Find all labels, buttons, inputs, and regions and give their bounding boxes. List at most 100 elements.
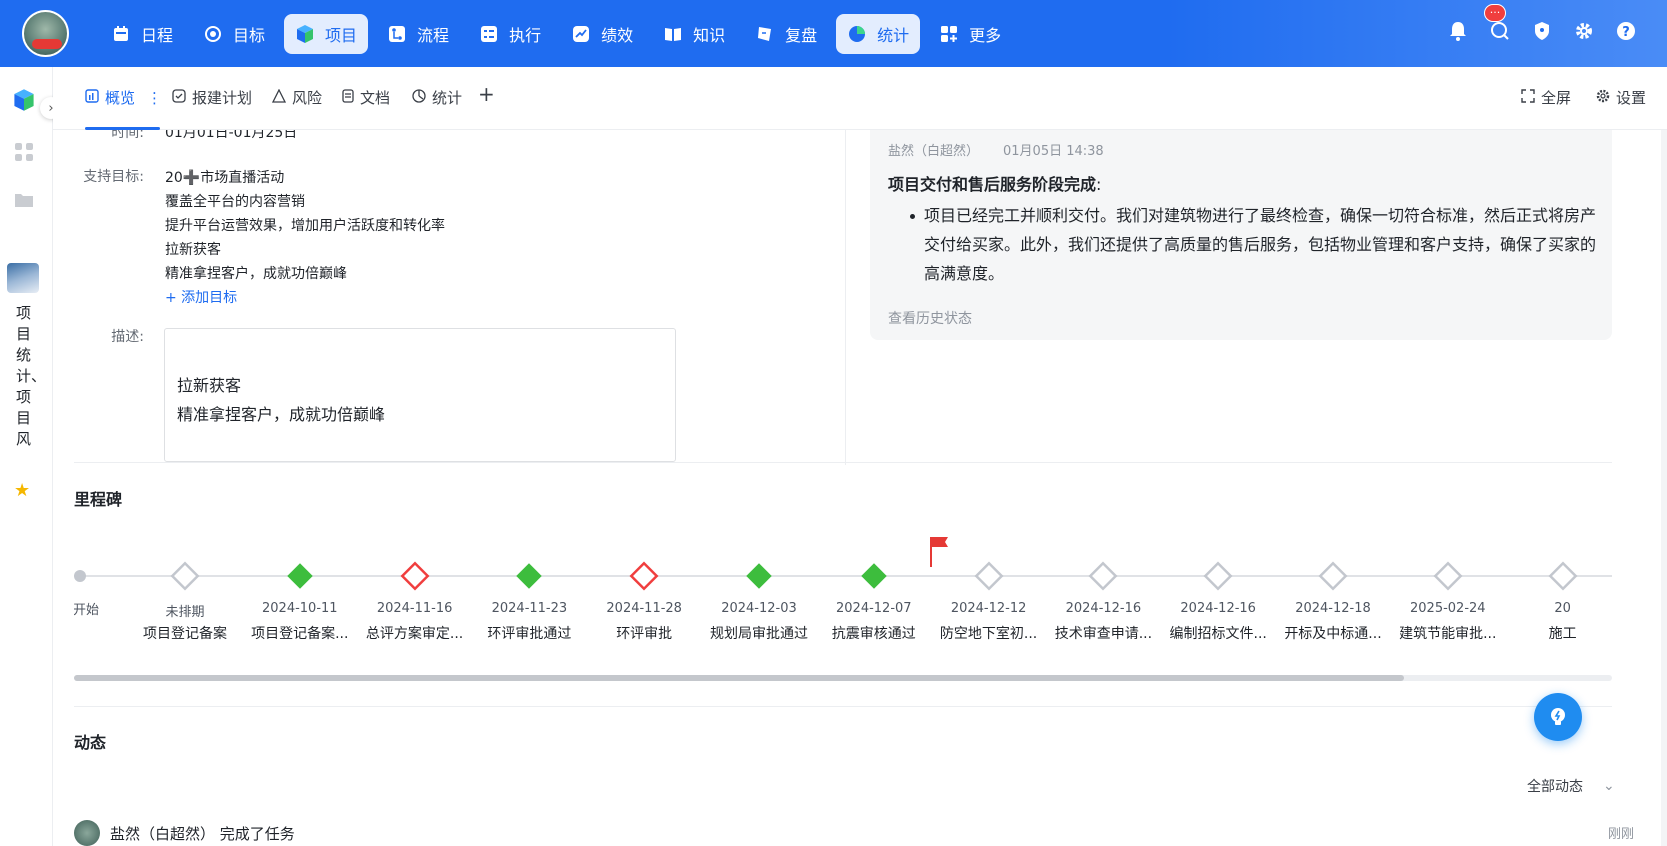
timeline-scroll-thumb[interactable] bbox=[74, 675, 1404, 681]
add-goal-link[interactable]: + 添加目标 bbox=[165, 286, 445, 310]
fullscreen-button[interactable]: 全屏 bbox=[1521, 87, 1571, 108]
bell-icon[interactable] bbox=[1447, 20, 1469, 42]
nav-label: 项目 bbox=[325, 26, 358, 45]
milestone-name: 总评方案审定... bbox=[365, 626, 464, 642]
milestone-item[interactable]: 2024-12-16 技术审查申请... bbox=[1043, 559, 1163, 643]
description-line: 拉新获客 bbox=[177, 376, 242, 395]
settings-gear-icon bbox=[1596, 89, 1610, 107]
nav-more[interactable]: 更多 bbox=[928, 14, 1012, 54]
status-author: 盐然（白超然） bbox=[888, 144, 980, 159]
help-icon[interactable]: ? bbox=[1615, 20, 1637, 42]
add-tab-button[interactable]: + bbox=[478, 82, 495, 106]
milestone-item[interactable]: 2024-12-03 规划局审批通过 bbox=[699, 559, 819, 643]
milestone-pending-icon bbox=[1546, 559, 1580, 593]
chevron-down-icon: ⌄ bbox=[1603, 778, 1615, 794]
goal-item[interactable]: 20➕市场直播活动 bbox=[165, 166, 445, 190]
tab-label: 风险 bbox=[292, 89, 323, 107]
tab-label: 文档 bbox=[360, 89, 391, 107]
avatar bbox=[74, 820, 100, 846]
milestone-item[interactable]: 2024-12-12 防空地下室初... bbox=[929, 559, 1049, 643]
logo-tag bbox=[32, 39, 62, 49]
milestone-overdue-icon bbox=[398, 559, 432, 593]
milestone-name: 建筑节能审批... bbox=[1399, 626, 1497, 642]
milestone-name: 技术审查申请... bbox=[1054, 626, 1153, 642]
milestone-item[interactable]: 20 施工 bbox=[1503, 559, 1612, 643]
activity-entry[interactable]: 盐然（白超然） 完成了任务 bbox=[74, 820, 295, 846]
milestone-date: 2024-12-18 bbox=[1295, 601, 1371, 616]
nav-flow[interactable]: 流程 bbox=[376, 14, 460, 54]
page-scrollbar[interactable] bbox=[1661, 130, 1667, 846]
tab-risk[interactable]: 风险 bbox=[271, 87, 323, 108]
goal-item[interactable]: 覆盖全平台的内容营销 bbox=[165, 190, 445, 214]
milestone-date: 2024-11-28 bbox=[606, 601, 682, 616]
tab-build-plan[interactable]: 报建计划 bbox=[172, 87, 252, 108]
tab-label: 概览 bbox=[105, 89, 136, 107]
view-history-link[interactable]: 查看历史状态 bbox=[888, 308, 972, 328]
milestone-date: 2024-12-07 bbox=[836, 601, 912, 616]
top-right-actions: ? bbox=[1447, 20, 1637, 42]
tab-overview[interactable]: 概览 ⋮ bbox=[85, 87, 162, 108]
calendar-icon bbox=[111, 24, 131, 44]
gear-icon[interactable] bbox=[1573, 20, 1595, 42]
timeline-start-dot bbox=[74, 570, 86, 582]
milestone-date: 20 bbox=[1554, 601, 1571, 616]
nav-execute[interactable]: 执行 bbox=[468, 14, 552, 54]
assistant-button[interactable] bbox=[1534, 693, 1582, 741]
milestone-done-icon bbox=[512, 559, 546, 593]
milestone-item[interactable]: 2024-11-23 环评审批通过 bbox=[469, 559, 589, 643]
nav-schedule[interactable]: 日程 bbox=[100, 14, 184, 54]
project-thumbnail[interactable] bbox=[7, 263, 39, 293]
folder-icon[interactable] bbox=[11, 187, 37, 213]
search-icon[interactable] bbox=[1489, 20, 1511, 42]
nav-statistics[interactable]: 统计 bbox=[836, 14, 921, 54]
milestone-item[interactable]: 2024-11-16 总评方案审定... bbox=[355, 559, 475, 643]
description-box[interactable]: 拉新获客 精准拿捏客户，成就功倍巅峰 bbox=[164, 328, 676, 462]
shield-icon[interactable] bbox=[1531, 20, 1553, 42]
nav-performance[interactable]: 绩效 bbox=[560, 14, 644, 54]
timeline-scrollbar[interactable] bbox=[74, 675, 1612, 681]
project-cube-icon[interactable] bbox=[11, 87, 37, 113]
star-icon[interactable]: ★ bbox=[14, 480, 30, 501]
milestone-item[interactable]: 2024-12-07 抗震审核通过 bbox=[814, 559, 934, 643]
more-vertical-icon[interactable]: ⋮ bbox=[147, 89, 162, 107]
nav-goals[interactable]: 目标 bbox=[192, 14, 276, 54]
milestone-date: 2025-02-24 bbox=[1410, 601, 1486, 616]
book-icon bbox=[663, 24, 683, 44]
time-value: 01月01日-01月25日 bbox=[165, 130, 298, 141]
milestone-name: 抗震审核通过 bbox=[831, 626, 916, 642]
app-logo-avatar[interactable] bbox=[22, 10, 69, 57]
goal-item[interactable]: 提升平台运营效果，增加用户活跃度和转化率 bbox=[165, 214, 445, 238]
milestone-timeline: 开始 未排期 项目登记备案 2024-10-11 项目登记备案... 2024-11-1… bbox=[74, 535, 1612, 655]
settings-button[interactable]: 设置 bbox=[1596, 87, 1646, 108]
milestone-pending-icon bbox=[1086, 559, 1120, 593]
warning-icon bbox=[271, 88, 287, 107]
milestone-item[interactable]: 未排期 项目登记备案 bbox=[125, 559, 245, 643]
milestone-done-icon bbox=[857, 559, 891, 593]
tab-statistics[interactable]: 统计 bbox=[412, 87, 462, 108]
performance-icon bbox=[571, 24, 591, 44]
apps-grid-icon[interactable] bbox=[11, 139, 37, 165]
milestone-pending-icon bbox=[1431, 559, 1465, 593]
milestone-date: 2024-12-16 bbox=[1065, 601, 1142, 616]
milestone-name: 项目登记备案... bbox=[251, 626, 349, 642]
tab-docs[interactable]: 文档 bbox=[342, 87, 390, 108]
fullscreen-icon bbox=[1521, 88, 1535, 107]
nav-knowledge[interactable]: 知识 bbox=[652, 14, 736, 54]
grid-plus-icon bbox=[939, 24, 959, 44]
goal-item[interactable]: 拉新获客 bbox=[165, 238, 445, 262]
goal-item[interactable]: 精准拿捏客户，成就功倍巅峰 bbox=[165, 262, 445, 286]
nav-projects[interactable]: 项目 bbox=[284, 14, 369, 54]
nav-review[interactable]: 复盘 bbox=[744, 14, 828, 54]
milestone-pending-icon bbox=[1316, 559, 1350, 593]
milestone-item[interactable]: 2025-02-24 建筑节能审批... bbox=[1388, 559, 1508, 643]
status-time: 01月05日 14:38 bbox=[1003, 144, 1104, 159]
milestone-item[interactable]: 2024-12-18 开标及中标通... bbox=[1273, 559, 1393, 643]
fullscreen-label: 全屏 bbox=[1541, 89, 1572, 107]
activity-filter-dropdown[interactable]: 全部动态 ⌄ bbox=[1527, 776, 1615, 796]
plus-icon: + bbox=[478, 82, 495, 106]
milestone-item[interactable]: 2024-11-28 环评审批 bbox=[584, 559, 704, 643]
milestone-item[interactable]: 2024-12-16 编制招标文件... bbox=[1158, 559, 1278, 643]
flow-icon bbox=[387, 24, 407, 44]
milestone-item[interactable]: 2024-10-11 项目登记备案... bbox=[240, 559, 360, 643]
nav-label: 复盘 bbox=[785, 26, 818, 45]
